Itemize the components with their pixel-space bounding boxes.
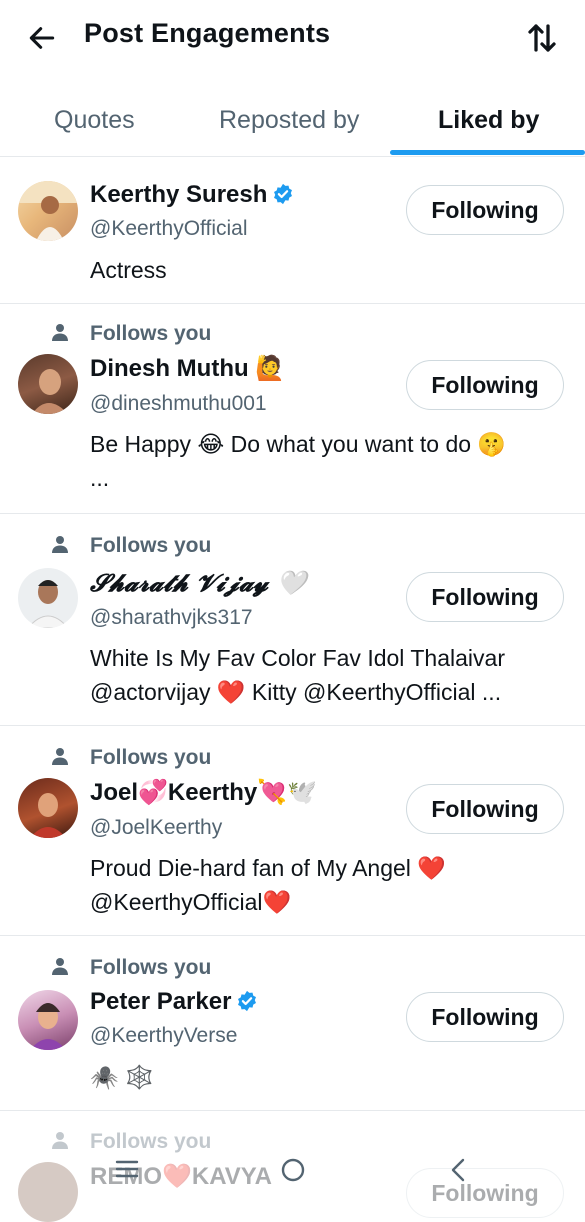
user-name[interactable]: Joel💞Keerthy💘🕊️ [90,778,317,807]
follows-you-label: Follows you [90,322,212,345]
user-handle: @JoelKeerthy [90,816,223,839]
avatar[interactable] [18,568,78,628]
user-row[interactable]: Follows you Joel💞Keerthy💘🕊️ @JoelKeerthy… [0,726,585,936]
user-handle: @sharathvjks317 [90,606,253,629]
following-button[interactable]: Following [406,784,564,834]
user-row[interactable]: Follows you Dinesh Muthu 🙋 @dineshmuthu0… [0,304,585,514]
following-button[interactable]: Following [406,572,564,622]
follows-you-label: Follows you [90,746,212,769]
person-icon [52,324,68,341]
engagement-tabs: Quotes Reposted by Liked by [0,88,585,157]
recent-apps-icon[interactable] [114,1158,140,1180]
avatar[interactable] [18,354,78,414]
user-bio: White Is My Fav Color Fav Idol Thalaivar… [90,645,505,705]
person-icon [52,748,68,765]
back-arrow-icon[interactable] [26,22,58,54]
tab-reposted-by[interactable]: Reposted by [219,106,359,135]
person-icon [52,958,68,975]
avatar[interactable] [18,181,78,241]
following-button[interactable]: Following [406,992,564,1042]
user-row[interactable]: Keerthy Suresh @KeerthyOfficial Actress … [0,157,585,304]
avatar[interactable] [18,778,78,838]
user-bio: Proud Die-hard fan of My Angel ❤️ @Keert… [90,855,446,915]
verified-badge-icon [274,183,293,205]
user-handle: @dineshmuthu001 [90,392,267,415]
avatar[interactable] [18,990,78,1050]
verified-badge-icon [238,990,257,1012]
sort-icon[interactable] [524,20,560,56]
user-name[interactable]: Peter Parker [90,988,258,1016]
tab-quotes[interactable]: Quotes [54,106,135,135]
active-tab-indicator [390,150,585,155]
page-title: Post Engagements [84,18,331,48]
follows-you-label: Follows you [90,534,212,557]
user-name[interactable]: Dinesh Muthu 🙋 [90,354,285,383]
user-row[interactable]: Follows you Peter Parker @KeerthyVerse 🕷… [0,936,585,1111]
user-name[interactable]: Keerthy Suresh [90,181,294,209]
home-icon[interactable] [280,1157,306,1183]
user-bio: Actress [90,257,167,283]
follows-you-label: Follows you [90,956,212,979]
system-nav-bar [0,1140,585,1200]
user-name[interactable]: 𝓢𝓱𝓪𝓻𝓪𝓽𝓱 𝓥𝓲𝓳𝓪𝔂 🤍 [90,568,306,597]
following-button[interactable]: Following [406,360,564,410]
user-handle: @KeerthyVerse [90,1024,238,1047]
following-button[interactable]: Following [406,185,564,235]
top-bar: Post Engagements [0,0,585,75]
user-bio: 🕷️ 🕸️ [90,1064,154,1090]
back-nav-icon[interactable] [448,1157,468,1183]
user-handle: @KeerthyOfficial [90,217,248,240]
tab-liked-by[interactable]: Liked by [438,106,539,135]
user-bio: Be Happy 😂 Do what you want to do 🤫 ... [90,431,507,491]
user-row[interactable]: Follows you 𝓢𝓱𝓪𝓻𝓪𝓽𝓱 𝓥𝓲𝓳𝓪𝔂 🤍 @sharathvjks… [0,514,585,726]
person-icon [52,536,68,553]
